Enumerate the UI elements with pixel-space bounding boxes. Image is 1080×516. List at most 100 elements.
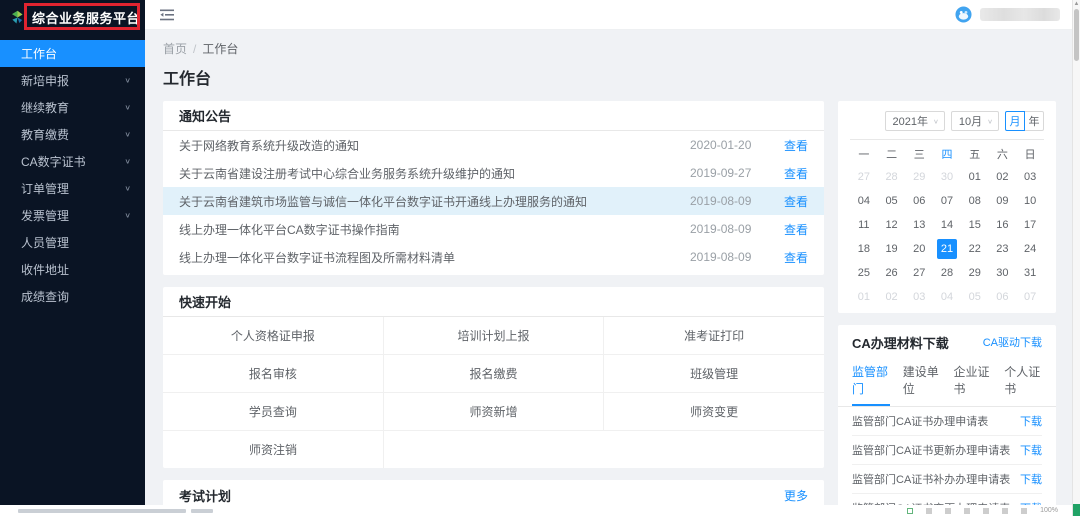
notice-title[interactable]: 关于网络教育系统升级改造的通知 xyxy=(179,137,690,154)
breadcrumb-home[interactable]: 首页 xyxy=(163,42,187,56)
notice-title[interactable]: 关于云南省建筑市场监管与诚信一体化平台数字证书开通线上办理服务的通知 xyxy=(179,193,690,210)
calendar-day[interactable]: 16 xyxy=(992,215,1012,235)
quick-start-item[interactable]: 师资注销 xyxy=(163,431,384,468)
calendar-day[interactable]: 14 xyxy=(937,215,957,235)
status-icon[interactable] xyxy=(983,508,989,514)
sidebar-item-shipping-address[interactable]: 收件地址 xyxy=(0,256,145,283)
quick-start-item[interactable]: 个人资格证申报 xyxy=(163,317,384,354)
user-avatar[interactable] xyxy=(955,6,972,23)
calendar-day[interactable]: 06 xyxy=(992,287,1012,307)
calendar-day[interactable]: 02 xyxy=(992,167,1012,187)
month-select[interactable]: 10月 ∨ xyxy=(951,111,999,131)
calendar-day[interactable]: 07 xyxy=(1020,287,1040,307)
sidebar-item-ca-certificate[interactable]: CA数字证书 ∨ xyxy=(0,148,145,175)
download-link[interactable]: 下载 xyxy=(1020,471,1042,487)
view-link[interactable]: 查看 xyxy=(772,193,808,210)
mode-month-button[interactable]: 月 xyxy=(1005,111,1025,131)
calendar-day[interactable]: 30 xyxy=(992,263,1012,283)
more-link[interactable]: 更多 xyxy=(784,487,808,504)
calendar-day[interactable]: 28 xyxy=(882,167,902,187)
calendar-day[interactable]: 01 xyxy=(965,167,985,187)
calendar-day[interactable]: 01 xyxy=(854,287,874,307)
calendar-day[interactable]: 05 xyxy=(965,287,985,307)
status-icon[interactable] xyxy=(1002,508,1008,514)
tab-enterprise-certificate[interactable]: 企业证书 xyxy=(954,359,992,406)
calendar-day[interactable]: 21 xyxy=(937,239,957,259)
notice-title[interactable]: 线上办理一体化平台CA数字证书操作指南 xyxy=(179,221,690,238)
redacted-username[interactable] xyxy=(980,8,1060,21)
quick-start-item[interactable]: 班级管理 xyxy=(604,355,824,392)
calendar-day[interactable]: 13 xyxy=(909,215,929,235)
quick-start-item[interactable]: 报名审核 xyxy=(163,355,384,392)
calendar-day[interactable]: 31 xyxy=(1020,263,1040,283)
calendar-day[interactable]: 22 xyxy=(965,239,985,259)
calendar-day[interactable]: 18 xyxy=(854,239,874,259)
calendar-day[interactable]: 28 xyxy=(937,263,957,283)
calendar-day[interactable]: 03 xyxy=(909,287,929,307)
mode-year-button[interactable]: 年 xyxy=(1024,111,1044,131)
status-icon[interactable] xyxy=(926,508,932,514)
ca-driver-download-link[interactable]: CA驱动下载 xyxy=(983,334,1042,350)
notice-row[interactable]: 线上办理一体化平台数字证书流程图及所需材料清单 2019-08-09 查看 xyxy=(163,243,824,271)
calendar-day[interactable]: 29 xyxy=(965,263,985,283)
scrollbar-thumb[interactable] xyxy=(1074,9,1079,61)
download-link[interactable]: 下载 xyxy=(1020,413,1042,429)
sidebar-item-personnel-management[interactable]: 人员管理 xyxy=(0,229,145,256)
quick-start-item[interactable]: 准考证打印 xyxy=(604,317,824,354)
eye-protection-icon[interactable] xyxy=(907,508,913,514)
view-link[interactable]: 查看 xyxy=(772,221,808,238)
calendar-day[interactable]: 17 xyxy=(1020,215,1040,235)
calendar-day[interactable]: 03 xyxy=(1020,167,1040,187)
zoom-level[interactable]: 100% xyxy=(1040,507,1058,514)
status-icon[interactable] xyxy=(1021,508,1027,514)
download-link[interactable]: 下载 xyxy=(1020,442,1042,458)
calendar-day[interactable]: 26 xyxy=(882,263,902,283)
calendar-day[interactable]: 24 xyxy=(1020,239,1040,259)
sidebar-item-order-management[interactable]: 订单管理 ∨ xyxy=(0,175,145,202)
status-icon[interactable] xyxy=(945,508,951,514)
sidebar-item-workbench[interactable]: 工作台 xyxy=(0,40,145,67)
year-select[interactable]: 2021年 ∨ xyxy=(885,111,945,131)
scroll-up-icon[interactable]: ▲ xyxy=(1073,1,1080,7)
view-link[interactable]: 查看 xyxy=(772,137,808,154)
notice-row[interactable]: 线上办理一体化平台CA数字证书操作指南 2019-08-09 查看 xyxy=(163,215,824,243)
sidebar-item-education-payment[interactable]: 教育缴费 ∨ xyxy=(0,121,145,148)
quick-start-item[interactable]: 学员查询 xyxy=(163,393,384,430)
calendar-day[interactable]: 27 xyxy=(854,167,874,187)
calendar-day[interactable]: 04 xyxy=(937,287,957,307)
tab-construction-unit[interactable]: 建设单位 xyxy=(903,359,941,406)
calendar-day[interactable]: 09 xyxy=(992,191,1012,211)
quick-start-item[interactable]: 师资新增 xyxy=(384,393,605,430)
calendar-day[interactable]: 30 xyxy=(937,167,957,187)
quick-start-item[interactable]: 培训计划上报 xyxy=(384,317,605,354)
sidebar-item-continuing-education[interactable]: 继续教育 ∨ xyxy=(0,94,145,121)
quick-start-item[interactable]: 师资变更 xyxy=(604,393,824,430)
calendar-day[interactable]: 11 xyxy=(854,215,874,235)
sidebar-item-new-training-report[interactable]: 新培申报 ∨ xyxy=(0,67,145,94)
calendar-day[interactable]: 23 xyxy=(992,239,1012,259)
status-icon[interactable] xyxy=(964,508,970,514)
calendar-day[interactable]: 12 xyxy=(882,215,902,235)
notice-title[interactable]: 关于云南省建设注册考试中心综合业务服务系统升级维护的通知 xyxy=(179,165,690,182)
calendar-day[interactable]: 19 xyxy=(882,239,902,259)
calendar-day[interactable]: 08 xyxy=(965,191,985,211)
calendar-day[interactable]: 29 xyxy=(909,167,929,187)
notice-row[interactable]: 关于云南省建设注册考试中心综合业务服务系统升级维护的通知 2019-09-27 … xyxy=(163,159,824,187)
quick-start-item[interactable]: 报名缴费 xyxy=(384,355,605,392)
notice-row[interactable]: 关于网络教育系统升级改造的通知 2020-01-20 查看 xyxy=(163,131,824,159)
calendar-day[interactable]: 27 xyxy=(909,263,929,283)
menu-fold-icon[interactable] xyxy=(160,9,174,21)
tab-regulatory-department[interactable]: 监管部门 xyxy=(852,359,890,406)
view-link[interactable]: 查看 xyxy=(772,249,808,266)
sidebar-item-invoice-management[interactable]: 发票管理 ∨ xyxy=(0,202,145,229)
tab-personal-certificate[interactable]: 个人证书 xyxy=(1004,359,1042,406)
vertical-scrollbar[interactable]: ▲ xyxy=(1072,0,1080,516)
calendar-day[interactable]: 07 xyxy=(937,191,957,211)
calendar-day[interactable]: 20 xyxy=(909,239,929,259)
sidebar-item-score-inquiry[interactable]: 成绩查询 xyxy=(0,283,145,310)
calendar-day[interactable]: 05 xyxy=(882,191,902,211)
calendar-day[interactable]: 10 xyxy=(1020,191,1040,211)
notice-title[interactable]: 线上办理一体化平台数字证书流程图及所需材料清单 xyxy=(179,249,690,266)
view-link[interactable]: 查看 xyxy=(772,165,808,182)
calendar-day[interactable]: 02 xyxy=(882,287,902,307)
